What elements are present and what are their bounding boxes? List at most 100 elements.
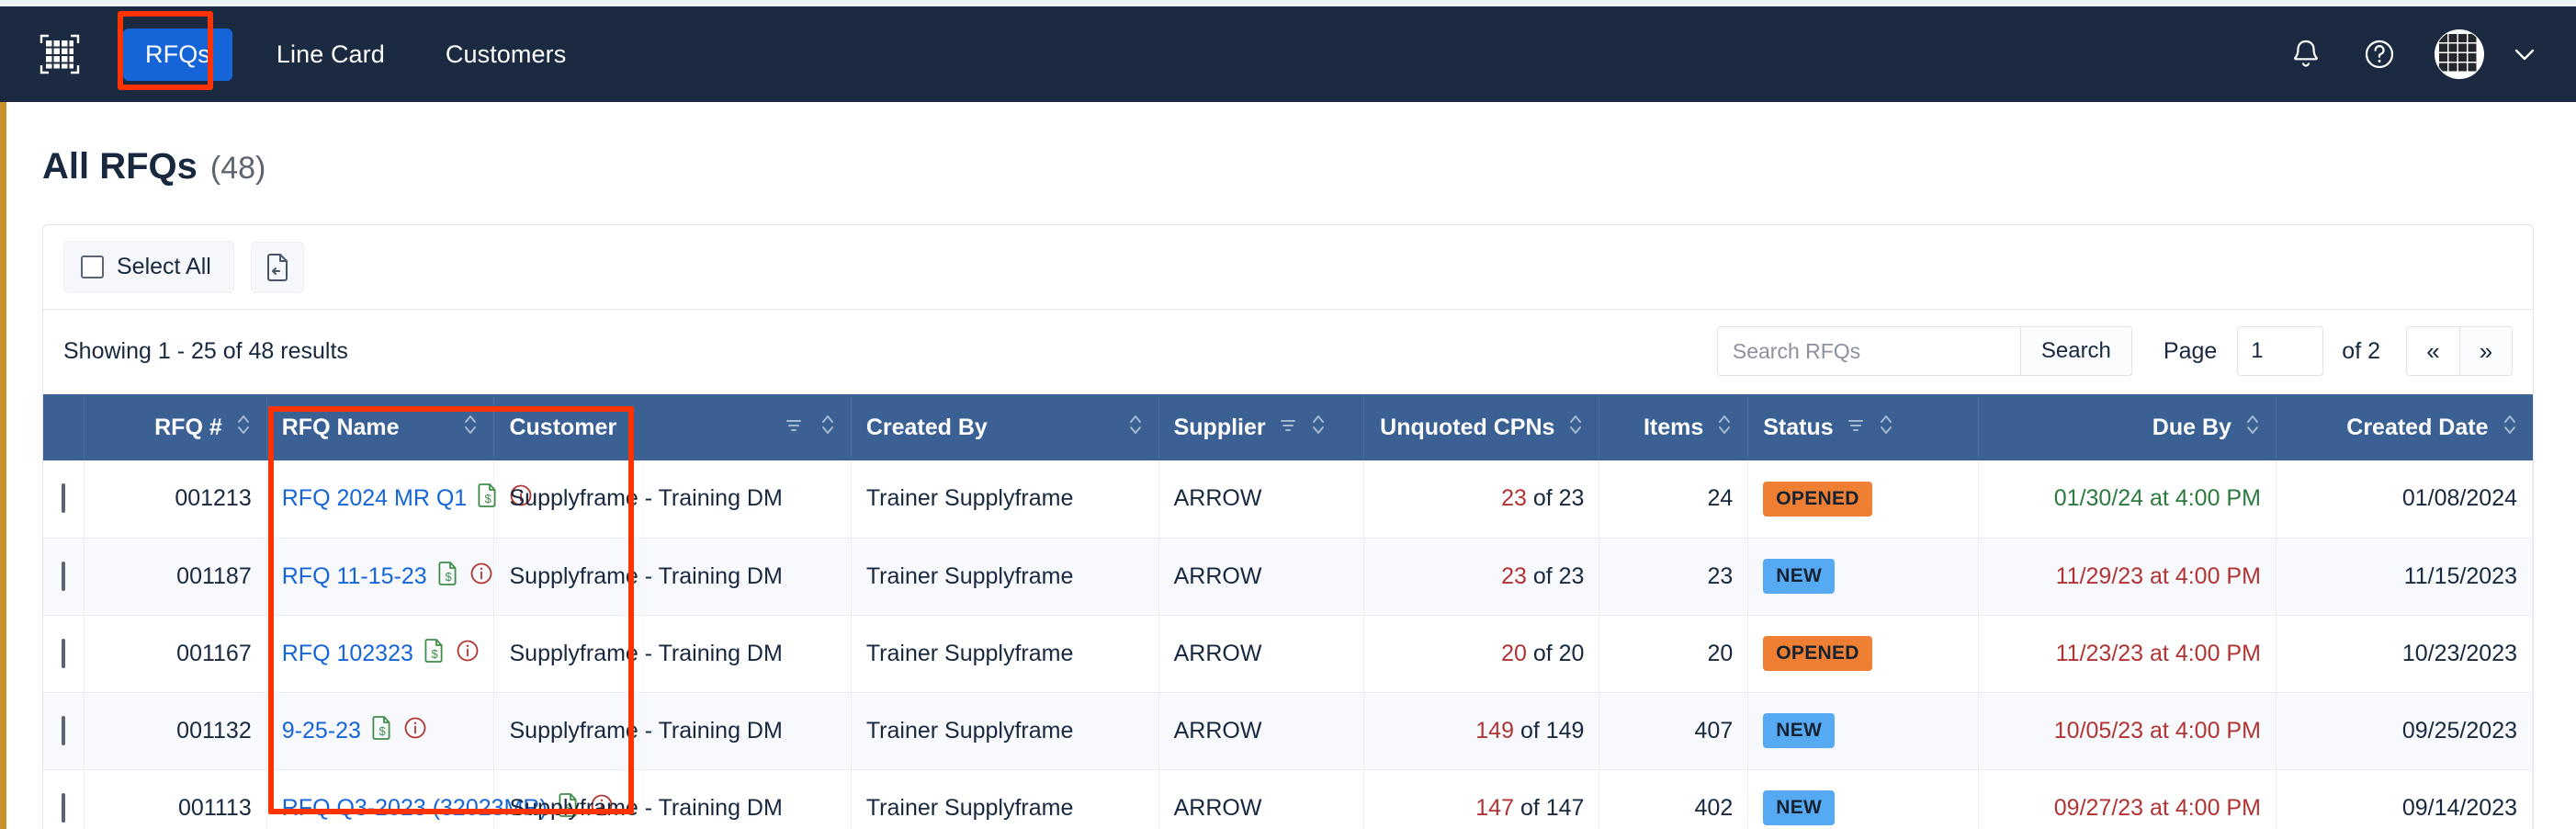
col-header-created-by[interactable]: Created By bbox=[851, 394, 1159, 460]
help-circle-icon[interactable] bbox=[2361, 36, 2398, 73]
rfq-name-link[interactable]: RFQ 102323 bbox=[282, 641, 413, 667]
created-date-text: 09/25/2023 bbox=[2401, 717, 2517, 744]
page-number-value: 1 bbox=[2251, 338, 2264, 363]
prev-page-button[interactable]: « bbox=[2406, 326, 2459, 376]
sort-icon[interactable] bbox=[235, 412, 252, 444]
search-and-pagination: Search RFQs Search Page 1 of 2 « » bbox=[1716, 326, 2513, 376]
filter-icon[interactable] bbox=[1847, 414, 1865, 441]
sort-icon[interactable] bbox=[1310, 412, 1327, 444]
sort-icon[interactable] bbox=[1716, 412, 1733, 444]
sort-icon[interactable] bbox=[1567, 412, 1584, 444]
cell-rfq-name[interactable]: RFQ Q3-2023 (32023MR)$ bbox=[266, 769, 613, 829]
cell-unquoted-cpns: 23 of 23 bbox=[1363, 460, 1600, 539]
table-row[interactable]: 001213 RFQ 2024 MR Q1 $ Supplyframe - Train… bbox=[43, 460, 2533, 539]
top-navigation-bar: RFQs Line Card Customers bbox=[0, 6, 2576, 102]
avatar[interactable] bbox=[2435, 29, 2484, 79]
col-header-rfq-name[interactable]: RFQ Name bbox=[266, 394, 495, 460]
cell-due-by: 09/27/23 at 4:00 PM bbox=[1978, 769, 2277, 829]
rfq-name-link[interactable]: 9-25-23 bbox=[282, 718, 361, 744]
customer-text: Supplyframe - Training DM bbox=[509, 794, 783, 821]
search-input[interactable]: Search RFQs bbox=[1716, 326, 2020, 376]
cell-items: 24 bbox=[1599, 460, 1749, 539]
col-header-due-by-label: Due By bbox=[2152, 414, 2231, 440]
cell-checkbox[interactable] bbox=[43, 460, 85, 539]
rfq-name-link[interactable]: RFQ Q3-2023 (32023MR) bbox=[282, 795, 548, 822]
rfq-number-text: 001213 bbox=[175, 485, 252, 512]
cell-checkbox[interactable] bbox=[43, 769, 85, 829]
unquoted-total: of 23 bbox=[1532, 562, 1585, 589]
col-header-created-date-label: Created Date bbox=[2346, 414, 2489, 440]
info-circle-icon[interactable] bbox=[469, 562, 493, 592]
table-row[interactable]: 001187 RFQ 11-15-23 $ Supplyframe - Trainin… bbox=[43, 538, 2533, 616]
bell-icon[interactable] bbox=[2288, 36, 2324, 73]
info-circle-icon[interactable] bbox=[456, 639, 480, 669]
sort-icon[interactable] bbox=[819, 412, 836, 444]
cell-due-by: 10/05/23 at 4:00 PM bbox=[1978, 692, 2277, 770]
cell-rfq-name[interactable]: RFQ 11-15-23 $ bbox=[266, 538, 495, 616]
items-text: 24 bbox=[1707, 485, 1734, 512]
table-row[interactable]: 001167 RFQ 102323 $ Supplyframe - Training … bbox=[43, 615, 2533, 693]
row-checkbox[interactable] bbox=[62, 792, 66, 823]
row-checkbox[interactable] bbox=[62, 561, 66, 591]
sort-icon[interactable] bbox=[2502, 412, 2518, 444]
col-header-checkbox[interactable] bbox=[43, 394, 85, 460]
sort-icon[interactable] bbox=[462, 412, 479, 444]
col-header-created-date[interactable]: Created Date bbox=[2276, 394, 2533, 460]
sort-icon[interactable] bbox=[1127, 412, 1144, 444]
nav-item-customers[interactable]: Customers bbox=[424, 28, 588, 81]
next-page-icon: » bbox=[2479, 336, 2493, 365]
cell-due-by: 11/23/23 at 4:00 PM bbox=[1978, 615, 2277, 693]
info-circle-icon[interactable] bbox=[403, 716, 427, 746]
col-header-supplier[interactable]: Supplier bbox=[1158, 394, 1364, 460]
cell-checkbox[interactable] bbox=[43, 692, 85, 770]
rfq-table: RFQ # RFQ Name Customer Created By Suppl… bbox=[43, 394, 2533, 829]
row-checkbox[interactable] bbox=[62, 483, 66, 514]
cell-due-by: 11/29/23 at 4:00 PM bbox=[1978, 538, 2277, 616]
created-date-text: 10/23/2023 bbox=[2401, 640, 2517, 666]
sort-icon[interactable] bbox=[1878, 412, 1894, 444]
cell-rfq-name[interactable]: RFQ 2024 MR Q1 $ bbox=[266, 460, 532, 539]
items-text: 23 bbox=[1707, 562, 1734, 589]
unquoted-count: 23 bbox=[1501, 562, 1527, 589]
rfq-name-link[interactable]: RFQ 2024 MR Q1 bbox=[282, 485, 467, 512]
cell-rfq-number: 001187 bbox=[84, 538, 267, 616]
quote-document-icon[interactable]: $ bbox=[437, 561, 459, 593]
select-all-checkbox[interactable] bbox=[81, 256, 104, 278]
sort-icon[interactable] bbox=[2244, 412, 2261, 444]
cell-rfq-name[interactable]: 9-25-23 $ bbox=[266, 692, 495, 770]
row-checkbox[interactable] bbox=[62, 715, 66, 745]
nav-links: RFQs Line Card Customers bbox=[123, 28, 588, 81]
chevron-down-icon[interactable] bbox=[2506, 36, 2543, 73]
col-header-unquoted-cpns[interactable]: Unquoted CPNs bbox=[1363, 394, 1600, 460]
cell-status: OPENED bbox=[1747, 460, 1980, 539]
select-all-button[interactable]: Select All bbox=[63, 241, 234, 293]
table-row[interactable]: 001113 RFQ Q3-2023 (32023MR)$Supplyframe … bbox=[43, 769, 2533, 829]
cell-checkbox[interactable] bbox=[43, 615, 85, 693]
row-checkbox[interactable] bbox=[62, 638, 66, 668]
quote-document-icon[interactable]: $ bbox=[371, 715, 393, 747]
cell-rfq-name[interactable]: RFQ 102323 $ bbox=[266, 615, 495, 693]
col-header-rfq-number[interactable]: RFQ # bbox=[84, 394, 267, 460]
filter-icon[interactable] bbox=[1279, 414, 1297, 441]
col-header-supplier-label: Supplier bbox=[1173, 414, 1266, 440]
next-page-button[interactable]: » bbox=[2459, 326, 2513, 376]
col-header-status[interactable]: Status bbox=[1747, 394, 1980, 460]
nav-item-line-card[interactable]: Line Card bbox=[254, 28, 407, 81]
cell-checkbox[interactable] bbox=[43, 538, 85, 616]
col-header-due-by[interactable]: Due By bbox=[1978, 394, 2277, 460]
col-header-customer[interactable]: Customer bbox=[493, 394, 852, 460]
filter-icon[interactable] bbox=[785, 414, 803, 441]
unquoted-count: 20 bbox=[1501, 640, 1527, 666]
unquoted-count: 147 bbox=[1475, 794, 1514, 821]
rfq-name-link[interactable]: RFQ 11-15-23 bbox=[282, 563, 427, 590]
export-document-icon[interactable] bbox=[250, 241, 304, 293]
table-row[interactable]: 001132 9-25-23 $ Supplyframe - Training DM T… bbox=[43, 692, 2533, 770]
grid-logo-icon[interactable] bbox=[39, 33, 81, 75]
quote-document-icon[interactable]: $ bbox=[424, 638, 446, 670]
col-header-items[interactable]: Items bbox=[1599, 394, 1749, 460]
quote-document-icon[interactable]: $ bbox=[477, 483, 499, 515]
search-button[interactable]: Search bbox=[2019, 326, 2132, 376]
page-number-input[interactable]: 1 bbox=[2237, 326, 2324, 376]
page-total-label: of 2 bbox=[2342, 337, 2380, 364]
nav-item-rfqs[interactable]: RFQs bbox=[123, 28, 232, 81]
